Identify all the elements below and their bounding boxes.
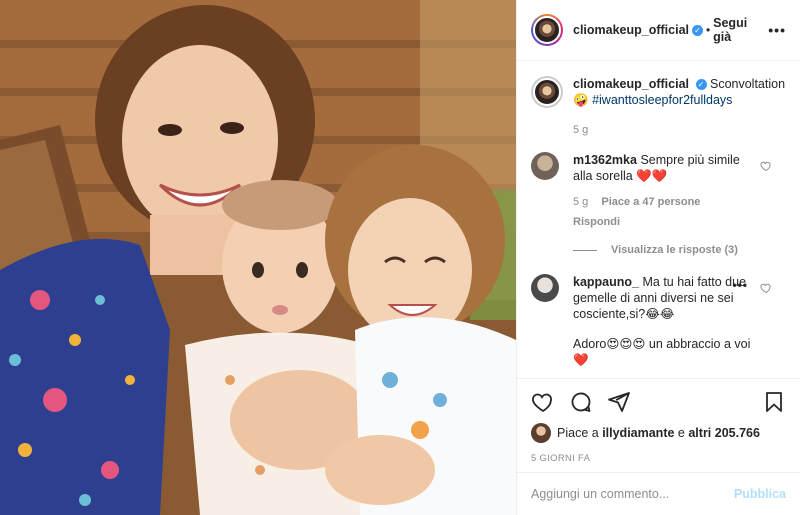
heart-icon[interactable] [531, 390, 555, 414]
post-side-panel: cliomakeup_official ✓ • Segui già ••• cl… [516, 0, 800, 515]
verified-badge-icon: ✓ [692, 24, 703, 36]
view-replies-label: Visualizza le risposte (3) [611, 244, 738, 256]
instagram-post: cliomakeup_official ✓ • Segui già ••• cl… [0, 0, 800, 515]
more-options-icon[interactable]: ••• [768, 22, 786, 38]
comment-item: m1362mka Sempre più simile alla sorella … [531, 152, 786, 230]
comment-item: kappauno_ Ma tu hai fatto due gemelle di… [531, 274, 786, 368]
comment-icon[interactable] [569, 390, 593, 414]
likes-summary[interactable]: Piace a illydiamante e altri 205.766 [531, 423, 786, 443]
comment-time: 5 g [573, 196, 589, 208]
reply-button[interactable]: Rispondi [573, 214, 620, 230]
caption-text: Sconvoltation [709, 77, 786, 91]
post-date[interactable]: 5 GIORNI FA [531, 453, 786, 464]
post-photo[interactable] [0, 0, 516, 515]
comments-section[interactable]: cliomakeup_official ✓ Sconvoltation 🤪 #i… [517, 62, 800, 378]
comment-like-heart-icon[interactable] [760, 282, 772, 294]
comment-more-icon[interactable]: ••• [732, 278, 748, 292]
likes-prefix: Piace a [557, 426, 599, 440]
caption: cliomakeup_official ✓ Sconvoltation 🤪 #i… [531, 76, 786, 138]
header-separator: • [705, 23, 711, 37]
post-header: cliomakeup_official ✓ • Segui già ••• [517, 0, 800, 61]
author-username[interactable]: cliomakeup_official [573, 23, 689, 37]
caption-time: 5 g [573, 124, 589, 136]
author-avatar[interactable] [531, 14, 563, 46]
comment-input[interactable] [531, 487, 734, 501]
bookmark-icon[interactable] [762, 390, 786, 414]
add-comment-bar: Pubblica [517, 472, 800, 515]
comment-username[interactable]: kappauno_ [573, 275, 639, 289]
likes-user[interactable]: illydiamante [602, 426, 674, 440]
post-actions-area: Piace a illydiamante e altri 205.766 5 G… [517, 378, 800, 464]
commenter-avatar[interactable] [531, 274, 559, 302]
view-replies-button[interactable]: Visualizza le risposte (3) [573, 244, 786, 256]
caption-avatar[interactable] [531, 76, 563, 108]
caption-verified-icon: ✓ [695, 79, 707, 90]
caption-emoji: 🤪 [573, 93, 589, 107]
liker-avatar[interactable] [531, 423, 551, 443]
likes-others[interactable]: altri 205.766 [688, 426, 760, 440]
comment-likes[interactable]: Piace a 47 persone [601, 196, 700, 208]
caption-hashtag[interactable]: #iwanttosleepfor2fulldays [592, 93, 732, 107]
photo-illustration [0, 0, 516, 515]
action-bar [531, 379, 786, 425]
comment-extra-text: Adoro😍😍😍 un abbraccio a voi❤️ [573, 337, 751, 367]
comment-username[interactable]: m1362mka [573, 153, 637, 167]
commenter-avatar[interactable] [531, 152, 559, 180]
following-button[interactable]: Segui già [713, 16, 768, 44]
caption-username[interactable]: cliomakeup_official [573, 77, 689, 91]
replies-divider [573, 249, 597, 251]
paper-plane-icon[interactable] [607, 390, 631, 414]
publish-button[interactable]: Pubblica [734, 487, 786, 501]
comment-like-heart-icon[interactable] [760, 160, 772, 172]
likes-connector: e [677, 426, 685, 440]
